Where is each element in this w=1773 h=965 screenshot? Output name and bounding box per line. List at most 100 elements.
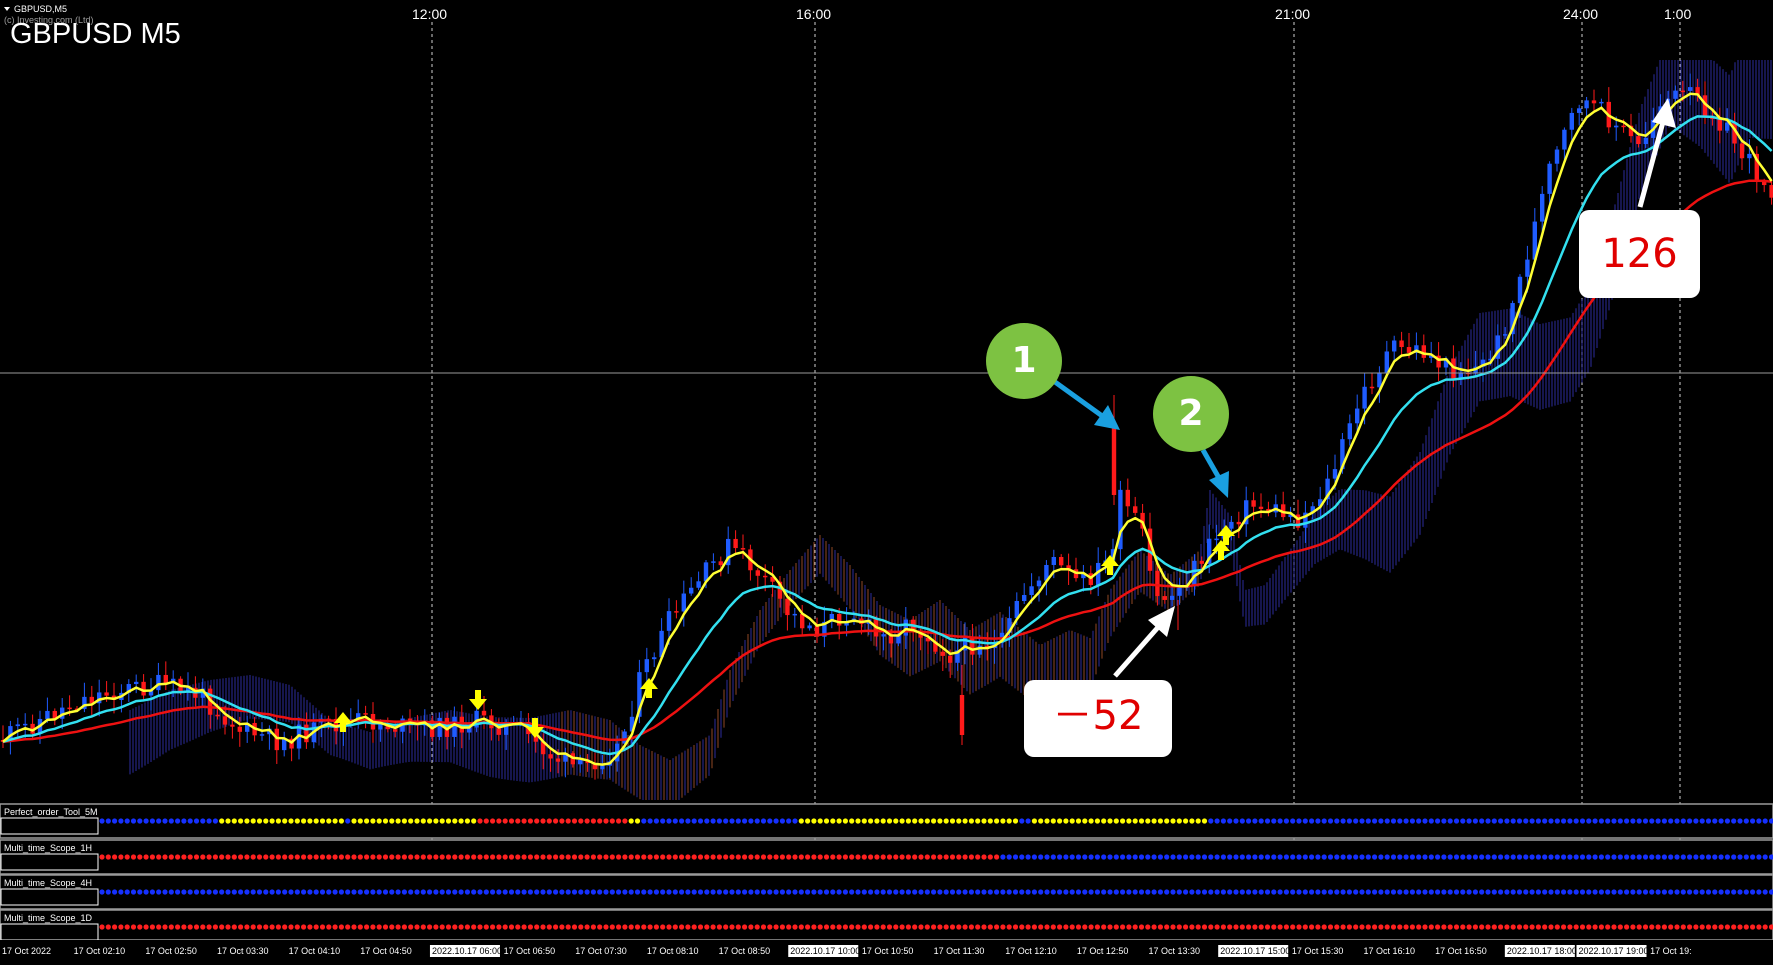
indicator-dot bbox=[212, 854, 218, 860]
indicator-dot bbox=[1718, 854, 1724, 860]
indicator-dot bbox=[1750, 924, 1756, 930]
indicator-dot bbox=[143, 854, 149, 860]
indicator-dot bbox=[1491, 924, 1497, 930]
indicator-dot bbox=[855, 818, 861, 824]
indicator-input-box[interactable] bbox=[0, 888, 99, 906]
indicator-dot bbox=[666, 924, 672, 930]
indicator-dot bbox=[124, 854, 130, 860]
time-axis-label: 17 Oct 12:50 bbox=[1077, 946, 1129, 956]
indicator-dot bbox=[666, 854, 672, 860]
indicator-dot bbox=[1523, 854, 1529, 860]
indicator-dot bbox=[1302, 924, 1308, 930]
indicator-dot bbox=[458, 924, 464, 930]
indicator-dot bbox=[1321, 924, 1327, 930]
indicator-dot bbox=[830, 889, 836, 895]
indicator-dot bbox=[175, 924, 181, 930]
indicator-dot bbox=[1113, 889, 1119, 895]
indicator-panel[interactable]: Multi_time_Scope_1D bbox=[0, 909, 1773, 941]
indicator-dot bbox=[1498, 889, 1504, 895]
indicator-dot bbox=[326, 924, 332, 930]
indicator-dot bbox=[1082, 854, 1088, 860]
candle bbox=[134, 674, 139, 694]
indicator-panel[interactable]: Multi_time_Scope_1H bbox=[0, 839, 1773, 875]
indicator-dot bbox=[206, 854, 212, 860]
indicator-dot bbox=[345, 818, 351, 824]
indicator-dot bbox=[1006, 818, 1012, 824]
indicator-dot bbox=[105, 924, 111, 930]
tab-dropdown-icon[interactable] bbox=[4, 7, 10, 11]
price-chart[interactable]: GBPUSD,M5 (c) Investing.com (Ltd) GBPUSD… bbox=[0, 0, 1773, 965]
indicator-dot bbox=[842, 854, 849, 860]
indicator-dot bbox=[641, 889, 647, 895]
indicator-dot bbox=[401, 854, 407, 860]
indicator-dot bbox=[1113, 854, 1119, 860]
indicator-dot bbox=[1252, 889, 1258, 895]
indicator-dot bbox=[773, 924, 779, 930]
indicator-dot bbox=[1000, 924, 1006, 930]
indicator-dot bbox=[1277, 889, 1283, 895]
indicator-dot bbox=[288, 818, 294, 824]
candle bbox=[807, 622, 812, 631]
indicator-dot bbox=[181, 924, 187, 930]
indicator-dot bbox=[924, 889, 930, 895]
indicator-dot bbox=[1138, 818, 1145, 824]
candle bbox=[1022, 583, 1027, 605]
indicator-dot bbox=[1057, 924, 1063, 930]
indicator-dot bbox=[830, 924, 836, 930]
indicator-dot bbox=[1435, 889, 1441, 895]
indicator-dot bbox=[1327, 889, 1334, 895]
indicator-dot bbox=[1031, 889, 1037, 895]
indicator-dot bbox=[502, 889, 508, 895]
indicator-dot bbox=[609, 854, 615, 860]
indicator-dot bbox=[1435, 854, 1441, 860]
candle bbox=[97, 679, 102, 717]
indicator-dot bbox=[1252, 854, 1258, 860]
indicator-dot bbox=[666, 818, 672, 824]
indicator-dot bbox=[181, 889, 187, 895]
indicator-dot bbox=[225, 818, 231, 824]
indicator-dot bbox=[924, 818, 930, 824]
indicator-dot bbox=[578, 924, 584, 930]
indicator-dot bbox=[124, 818, 130, 824]
indicator-dot bbox=[1315, 889, 1321, 895]
indicator-panel[interactable]: Perfect_order_Tool_5M bbox=[0, 803, 1773, 839]
indicator-dot bbox=[1674, 889, 1680, 895]
indicator-dot bbox=[1296, 924, 1302, 930]
indicator-dot bbox=[1378, 889, 1384, 895]
indicator-dot bbox=[1302, 854, 1308, 860]
indicator-dot bbox=[382, 924, 389, 930]
indicator-dot bbox=[1642, 818, 1649, 824]
indicator-dot bbox=[1441, 854, 1447, 860]
time-axis-label: 17 Oct 02:10 bbox=[74, 946, 126, 956]
indicator-dot bbox=[187, 889, 193, 895]
candle bbox=[652, 652, 657, 667]
indicator-input-box[interactable] bbox=[0, 853, 99, 871]
indicator-dot bbox=[628, 924, 634, 930]
indicator-dot bbox=[1252, 818, 1258, 824]
indicator-dot bbox=[1277, 818, 1283, 824]
indicator-dot bbox=[874, 854, 880, 860]
indicator-dot bbox=[370, 854, 376, 860]
indicator-dot bbox=[1208, 818, 1214, 824]
indicator-dot bbox=[225, 889, 231, 895]
indicator-input-box[interactable] bbox=[0, 817, 99, 835]
tab-label[interactable]: GBPUSD,M5 bbox=[14, 4, 67, 14]
chart-window[interactable]: GBPUSD,M5 (c) Investing.com (Ltd) GBPUSD… bbox=[0, 0, 1773, 965]
indicator-dot bbox=[842, 818, 849, 824]
indicator-dot bbox=[256, 889, 263, 895]
indicator-dot bbox=[1630, 818, 1636, 824]
indicator-dot bbox=[1157, 924, 1163, 930]
indicator-dot bbox=[893, 889, 899, 895]
indicator-dot bbox=[1592, 818, 1598, 824]
time-axis-label: 17 Oct 10:50 bbox=[862, 946, 914, 956]
indicator-dot bbox=[534, 818, 540, 824]
top-time-label: 12:00 bbox=[412, 6, 447, 22]
indicator-dot bbox=[1012, 889, 1019, 895]
indicator-dot bbox=[716, 889, 723, 895]
top-time-label: 24:00 bbox=[1563, 6, 1598, 22]
indicator-dot bbox=[313, 924, 319, 930]
indicator-input-box[interactable] bbox=[0, 923, 99, 941]
candle bbox=[785, 596, 790, 631]
indicator-dot bbox=[710, 924, 716, 930]
indicator-panel[interactable]: Multi_time_Scope_4H bbox=[0, 874, 1773, 910]
